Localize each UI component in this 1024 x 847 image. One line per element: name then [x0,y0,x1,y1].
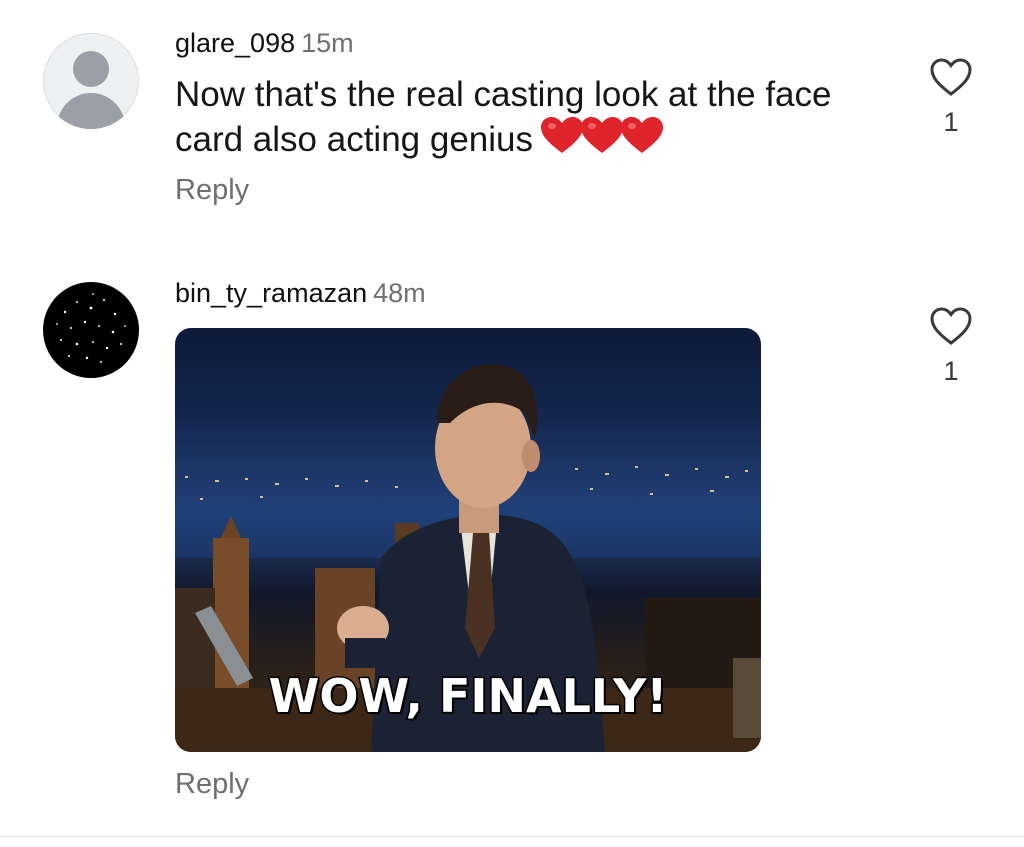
like-count: 1 [943,356,959,386]
reply-button[interactable]: Reply [175,767,249,801]
heart-outline-icon[interactable] [928,305,974,347]
like-group: 1 [925,305,977,387]
avatar-starry[interactable] [43,282,139,378]
divider [0,836,1024,837]
gif-caption: WOW, FINALLY! [267,668,669,725]
comment-2: bin_ty_ramazan 48m WOW, FINALLY! Reply 1 [0,0,1024,836]
gif-image[interactable]: WOW, FINALLY! [175,328,761,752]
starry-sky-icon [56,293,126,363]
timestamp: 48m [373,278,426,308]
username[interactable]: bin_ty_ramazan [175,278,367,308]
comment-header: bin_ty_ramazan 48m [175,277,426,309]
